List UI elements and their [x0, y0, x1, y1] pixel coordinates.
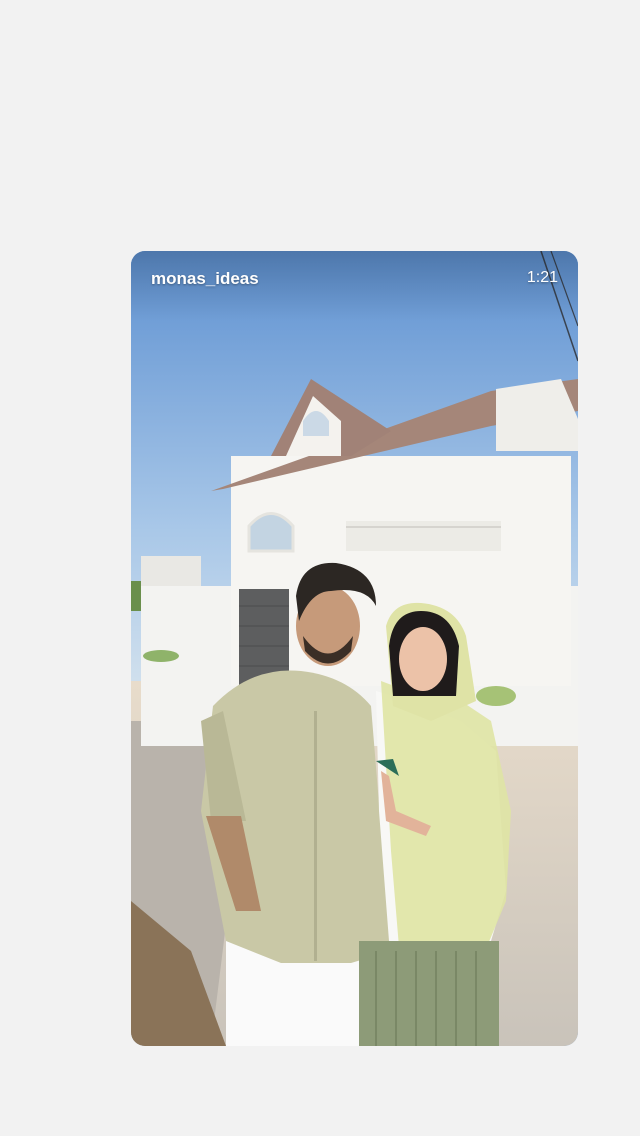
- video-duration: 1:21: [526, 269, 558, 286]
- username-label[interactable]: monas_ideas: [151, 269, 259, 289]
- video-thumbnail: [131, 251, 578, 1046]
- video-card[interactable]: monas_ideas 1:21: [131, 251, 578, 1046]
